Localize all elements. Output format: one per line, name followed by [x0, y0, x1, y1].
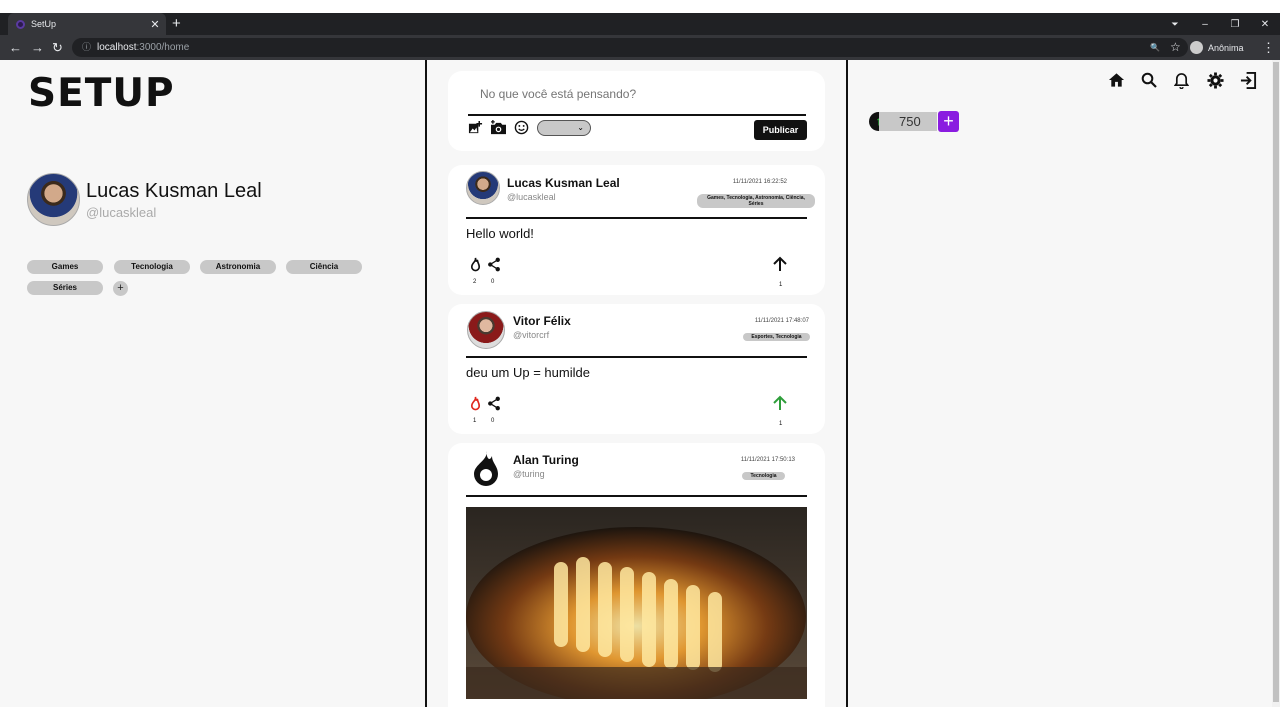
- favicon-icon: [16, 19, 25, 29]
- up-count: 1: [779, 421, 783, 427]
- right-divider: [846, 60, 848, 707]
- site-info-icon[interactable]: ⓘ: [82, 42, 91, 52]
- top-nav: [1108, 72, 1272, 94]
- app-logo[interactable]: SETUP: [28, 71, 175, 116]
- composer-divider: [468, 114, 806, 116]
- add-tag-button[interactable]: +: [113, 281, 128, 296]
- up-points-widget: ↑ 750 +: [869, 111, 959, 132]
- share-count: 0: [491, 418, 495, 424]
- home-icon[interactable]: [1108, 72, 1141, 94]
- page: SETUP Lucas Kusman Leal @lucaskleal Game…: [0, 60, 1272, 707]
- settings-gear-icon[interactable]: [1207, 72, 1240, 94]
- top-strip: [0, 0, 1280, 13]
- post-composer: ⌄ Publicar: [448, 71, 825, 151]
- user-handle: @lucaskleal: [86, 204, 157, 220]
- post-divider: [466, 495, 807, 497]
- post-text: deu um Up = humilde: [466, 365, 590, 380]
- post-avatar[interactable]: [466, 171, 500, 205]
- forward-button[interactable]: →: [31, 35, 44, 60]
- browser-menu-icon[interactable]: ⋮: [1262, 38, 1275, 57]
- tab-title: SetUp: [31, 19, 57, 29]
- post-image[interactable]: [466, 507, 807, 699]
- up-arrow-icon[interactable]: [772, 256, 788, 277]
- post-divider: [466, 356, 807, 358]
- post-text: Hello world!: [466, 226, 534, 241]
- url-host: localhost: [97, 42, 137, 53]
- post-handle: @lucaskleal: [507, 192, 556, 202]
- post-divider: [466, 217, 807, 219]
- up-count: 1: [779, 282, 783, 288]
- profile-button[interactable]: Anônima: [1190, 38, 1244, 57]
- tag-games[interactable]: Games: [27, 260, 103, 274]
- left-divider: [425, 60, 427, 707]
- publish-button[interactable]: Publicar: [754, 120, 807, 140]
- tab-close-icon[interactable]: ✕: [148, 18, 162, 31]
- logout-icon[interactable]: [1240, 72, 1272, 94]
- up-points-value: 750: [879, 112, 937, 131]
- fire-logo-avatar[interactable]: [470, 450, 504, 486]
- fire-count: 1: [473, 418, 477, 424]
- browser-tab[interactable]: SetUp ✕: [8, 13, 166, 35]
- camera-icon[interactable]: [490, 120, 507, 138]
- up-arrow-icon[interactable]: [772, 395, 788, 416]
- restore-button[interactable]: ❐: [1220, 19, 1250, 30]
- window-controls: ⏷ – ❐ ✕: [1160, 13, 1280, 35]
- bottom-strip: [0, 707, 1280, 720]
- tab-bar: [0, 13, 1280, 35]
- url-path: :3000/home: [136, 42, 190, 53]
- tab-search-icon[interactable]: ⏷: [1160, 19, 1190, 30]
- share-icon[interactable]: [487, 396, 501, 414]
- post-handle: @turing: [513, 469, 545, 479]
- profile-label: Anônima: [1208, 42, 1244, 53]
- share-count: 0: [491, 279, 495, 285]
- post-card: Alan Turing @turing 11/11/2021 17:50:13 …: [448, 443, 825, 707]
- url-bar[interactable]: ⓘ localhost:3000/home: [72, 38, 1188, 57]
- post-tags: Games, Tecnologia, Astronomia, Ciência, …: [697, 194, 815, 208]
- fire-count: 2: [473, 279, 477, 285]
- buy-points-button[interactable]: +: [938, 111, 959, 132]
- user-avatar[interactable]: [27, 173, 80, 226]
- post-date: 11/11/2021 17:48:07: [754, 318, 809, 324]
- share-icon[interactable]: [487, 257, 501, 275]
- screen: SetUp ✕ + ⏷ – ❐ ✕ ← → ↻ ⓘ localhost:3000/…: [0, 0, 1280, 720]
- zoom-icon[interactable]: 🔍: [1150, 38, 1160, 57]
- tag-astronomia[interactable]: Astronomia: [200, 260, 276, 274]
- post-tags: Tecnologia: [742, 472, 785, 480]
- reload-button[interactable]: ↻: [52, 35, 63, 60]
- post-card: Vitor Félix @vitorcrf 11/11/2021 17:48:0…: [448, 304, 825, 434]
- post-avatar[interactable]: [467, 311, 505, 349]
- search-icon[interactable]: [1141, 72, 1174, 94]
- post-card: Lucas Kusman Leal @lucaskleal 11/11/2021…: [448, 165, 825, 295]
- user-profile: Lucas Kusman Leal @lucaskleal: [27, 173, 262, 226]
- emoji-icon[interactable]: [514, 120, 529, 138]
- bookmark-star-icon[interactable]: ☆: [1170, 38, 1181, 57]
- fire-icon[interactable]: [469, 396, 482, 414]
- post-date: 11/11/2021 16:22:52: [732, 179, 787, 185]
- add-photo-icon[interactable]: [468, 120, 483, 138]
- close-window-button[interactable]: ✕: [1250, 19, 1280, 30]
- post-author[interactable]: Lucas Kusman Leal: [507, 176, 620, 190]
- tag-series[interactable]: Séries: [27, 281, 103, 295]
- new-tab-button[interactable]: +: [172, 13, 181, 35]
- profile-avatar-icon: [1190, 41, 1203, 54]
- bell-icon[interactable]: [1173, 72, 1207, 94]
- post-author[interactable]: Vitor Félix: [513, 314, 571, 328]
- composer-input[interactable]: [468, 81, 798, 107]
- category-select[interactable]: ⌄: [537, 120, 591, 136]
- minimize-button[interactable]: –: [1190, 19, 1220, 30]
- post-tags: Esportes, Tecnologia: [743, 333, 810, 341]
- post-handle: @vitorcrf: [513, 330, 550, 340]
- tag-ciencia[interactable]: Ciência: [286, 260, 362, 274]
- user-name: Lucas Kusman Leal: [86, 179, 262, 202]
- post-date: 11/11/2021 17:50:13: [740, 457, 795, 463]
- back-button[interactable]: ←: [9, 35, 22, 60]
- tag-tecnologia[interactable]: Tecnologia: [114, 260, 190, 274]
- post-author[interactable]: Alan Turing: [513, 453, 579, 467]
- fire-icon[interactable]: [469, 257, 482, 275]
- scrollbar-thumb[interactable]: [1273, 62, 1279, 702]
